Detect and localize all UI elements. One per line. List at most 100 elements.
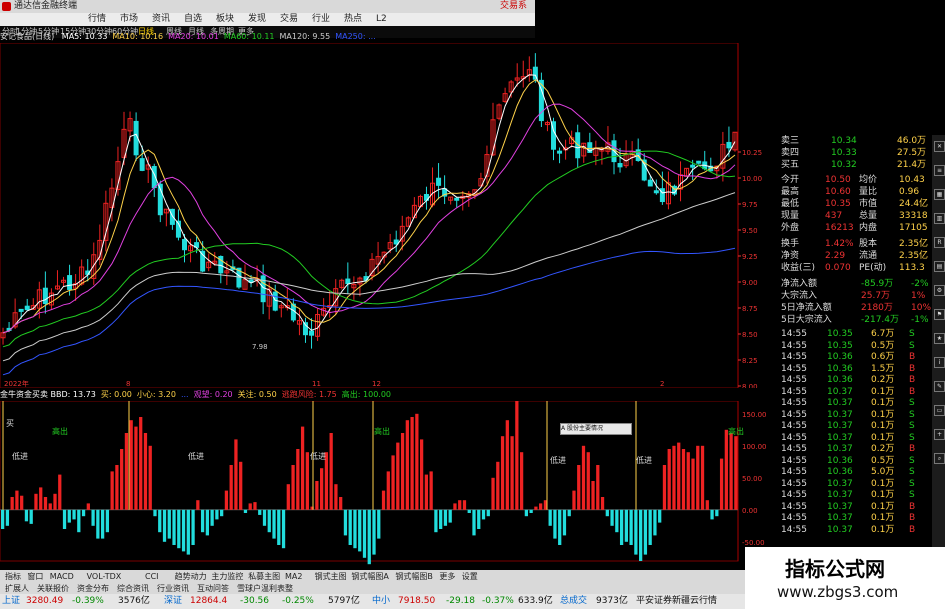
info-tab-2[interactable]: 资金分布: [74, 583, 112, 594]
low-entry-marker: 低进: [310, 451, 326, 461]
indicator-bar: [615, 509, 619, 533]
indicator-tab-1[interactable]: 窗口: [24, 570, 46, 583]
indicator-bar: [429, 471, 433, 510]
price-chart[interactable]: 10.25 10.00 9.75 9.50 9.25 9.00 8.75 8.50 8.25 8.…: [0, 43, 779, 388]
indicator-bar: [477, 509, 481, 529]
indicator-bar: [367, 509, 371, 565]
sidebar-doc-icon[interactable]: ▭: [934, 405, 945, 416]
sidebar-close-icon[interactable]: ✕: [934, 141, 945, 152]
indicator-tab-7[interactable]: 私募主图: [245, 570, 283, 583]
sz-index-label[interactable]: 深证: [164, 594, 182, 609]
candle-body: [272, 291, 278, 311]
indicator-bar: [110, 471, 114, 510]
indicator-bar: [362, 509, 367, 558]
tick-row: 14:55 10.37 0.1万 S: [779, 490, 931, 502]
indicator-tab-8[interactable]: MA2: [282, 570, 305, 583]
indicator-bar: [172, 509, 176, 545]
sidebar-grid-icon[interactable]: ▦: [934, 189, 945, 200]
tick-row: 14:55 10.36 0.2万 B: [779, 375, 931, 387]
flow-value: -85.9万: [861, 279, 894, 289]
indicator-tab-5[interactable]: 趋势动力: [172, 570, 210, 583]
tick-time: 14:55: [781, 524, 807, 535]
indicator-bar: [415, 413, 419, 510]
tick-price: 10.36: [827, 352, 853, 362]
sidebar-info-icon[interactable]: i: [934, 357, 945, 368]
indicator-bar: [115, 465, 119, 510]
tick-side: B: [909, 524, 916, 535]
indicator-bar: [715, 509, 719, 517]
info-tab-6[interactable]: 雪球户温利表整: [234, 583, 296, 594]
tick-time: 14:55: [781, 340, 807, 351]
menu-item-faxian[interactable]: 发现: [248, 13, 266, 26]
sh-index-label[interactable]: 上证: [2, 594, 20, 609]
indicator-bar: [81, 509, 86, 517]
info-tab-5[interactable]: 互动问答: [194, 583, 232, 594]
info-tab-4[interactable]: 行业资讯: [154, 583, 192, 594]
ma-line: [2, 150, 736, 348]
sidebar-bar-icon[interactable]: ▤: [934, 261, 945, 272]
indicator-tab-13[interactable]: 设置: [459, 570, 481, 583]
tick-time: 14:55: [781, 329, 807, 339]
menu-item-shichang[interactable]: 市场: [120, 13, 138, 26]
menu-item-jiaoyi[interactable]: 交易: [280, 13, 298, 26]
indicator-bar: [467, 509, 471, 513]
indicator-tab-10[interactable]: 钢式幅图A: [348, 570, 391, 583]
indicator-chart[interactable]: 150.00 100.00 50.00 0.00 -50.00 买低进 低进 低进 低进 低进 高出…: [0, 401, 779, 570]
menu-item-zixun[interactable]: 资讯: [152, 13, 170, 26]
sidebar-list-icon[interactable]: ≡: [934, 165, 945, 176]
zx-index-label[interactable]: 中小: [372, 594, 390, 609]
right-sidebar: ✕ ≡ ▦ ▥ R ▤ ⚙ ⚑ ★ i ✎ ▭ + ⌕: [932, 135, 945, 585]
indicator-tab-9[interactable]: 钢式主图: [312, 570, 350, 583]
menu-item-zixuan[interactable]: 自选: [184, 13, 202, 26]
sidebar-star-icon[interactable]: ★: [934, 333, 945, 344]
low-entry-marker: 低进: [636, 455, 652, 465]
indicator-tab-0[interactable]: 指标: [2, 570, 24, 583]
price-tick-label: 8.50: [742, 331, 758, 339]
indicator-bar: [696, 445, 700, 510]
flow-pct: -1%: [911, 315, 929, 325]
indicator-bar: [262, 509, 267, 526]
indicator-tick-label: 50.00: [742, 475, 762, 483]
indicator-bar: [72, 509, 76, 520]
indicator-tab-2[interactable]: MACD: [47, 570, 77, 583]
sidebar-search-icon[interactable]: ⌕: [934, 453, 945, 464]
indicator-tab-3[interactable]: VOL-TDX: [84, 570, 125, 583]
sidebar-rsi-icon[interactable]: R: [934, 237, 945, 248]
indicator-bar: [139, 417, 143, 510]
sidebar-pen-icon[interactable]: ✎: [934, 381, 945, 392]
sidebar-plus-icon[interactable]: +: [934, 429, 945, 440]
indicator-bar: [167, 509, 171, 539]
indicator-tab-11[interactable]: 钢式幅图B: [392, 570, 436, 583]
indicator-bar: [491, 477, 495, 510]
indicator-legend-item: 买: 0.00: [100, 390, 132, 399]
sh-index-change: -0.39%: [72, 596, 104, 606]
indicator-tab-4[interactable]: CCI: [142, 570, 162, 583]
menu-item-hangye[interactable]: 行业: [312, 13, 330, 26]
indicator-tab-6[interactable]: 主力监控: [208, 570, 246, 583]
date-axis-label: 8: [126, 380, 130, 388]
indicator-tab-12[interactable]: 更多: [436, 570, 458, 583]
indicator-bar: [15, 490, 19, 510]
sidebar-chart-icon[interactable]: ▥: [934, 213, 945, 224]
price-tick-label: 8.25: [742, 357, 758, 365]
tick-volume: 0.1万: [871, 432, 895, 443]
trade-label[interactable]: 交易系: [500, 0, 527, 13]
menu-item-hangqing[interactable]: 行情: [88, 13, 106, 26]
sidebar-settings-icon[interactable]: ⚙: [934, 285, 945, 296]
info-tab-3[interactable]: 综合资讯: [114, 583, 152, 594]
indicator-bar: [153, 509, 157, 517]
flow-pct: 1%: [911, 291, 926, 301]
info-tab-0[interactable]: 扩展人: [2, 583, 32, 594]
stock-name: 安记食品(日线): [0, 32, 55, 41]
menu-item-redian[interactable]: 热点: [344, 13, 362, 26]
menu-item-l2[interactable]: L2: [376, 13, 387, 26]
indicator-bar: [458, 500, 462, 510]
info-popup[interactable]: A 股份主要情况: [560, 423, 632, 435]
info-tab-1[interactable]: 关联报价: [34, 583, 72, 594]
tick-volume: 6.7万: [871, 329, 895, 339]
menu-item-bankuai[interactable]: 板块: [216, 13, 234, 26]
sidebar-flag-icon[interactable]: ⚑: [934, 309, 945, 320]
tick-time: 14:55: [781, 352, 807, 362]
indicator-bar: [700, 445, 705, 510]
price-tick-label: 9.50: [742, 227, 758, 235]
